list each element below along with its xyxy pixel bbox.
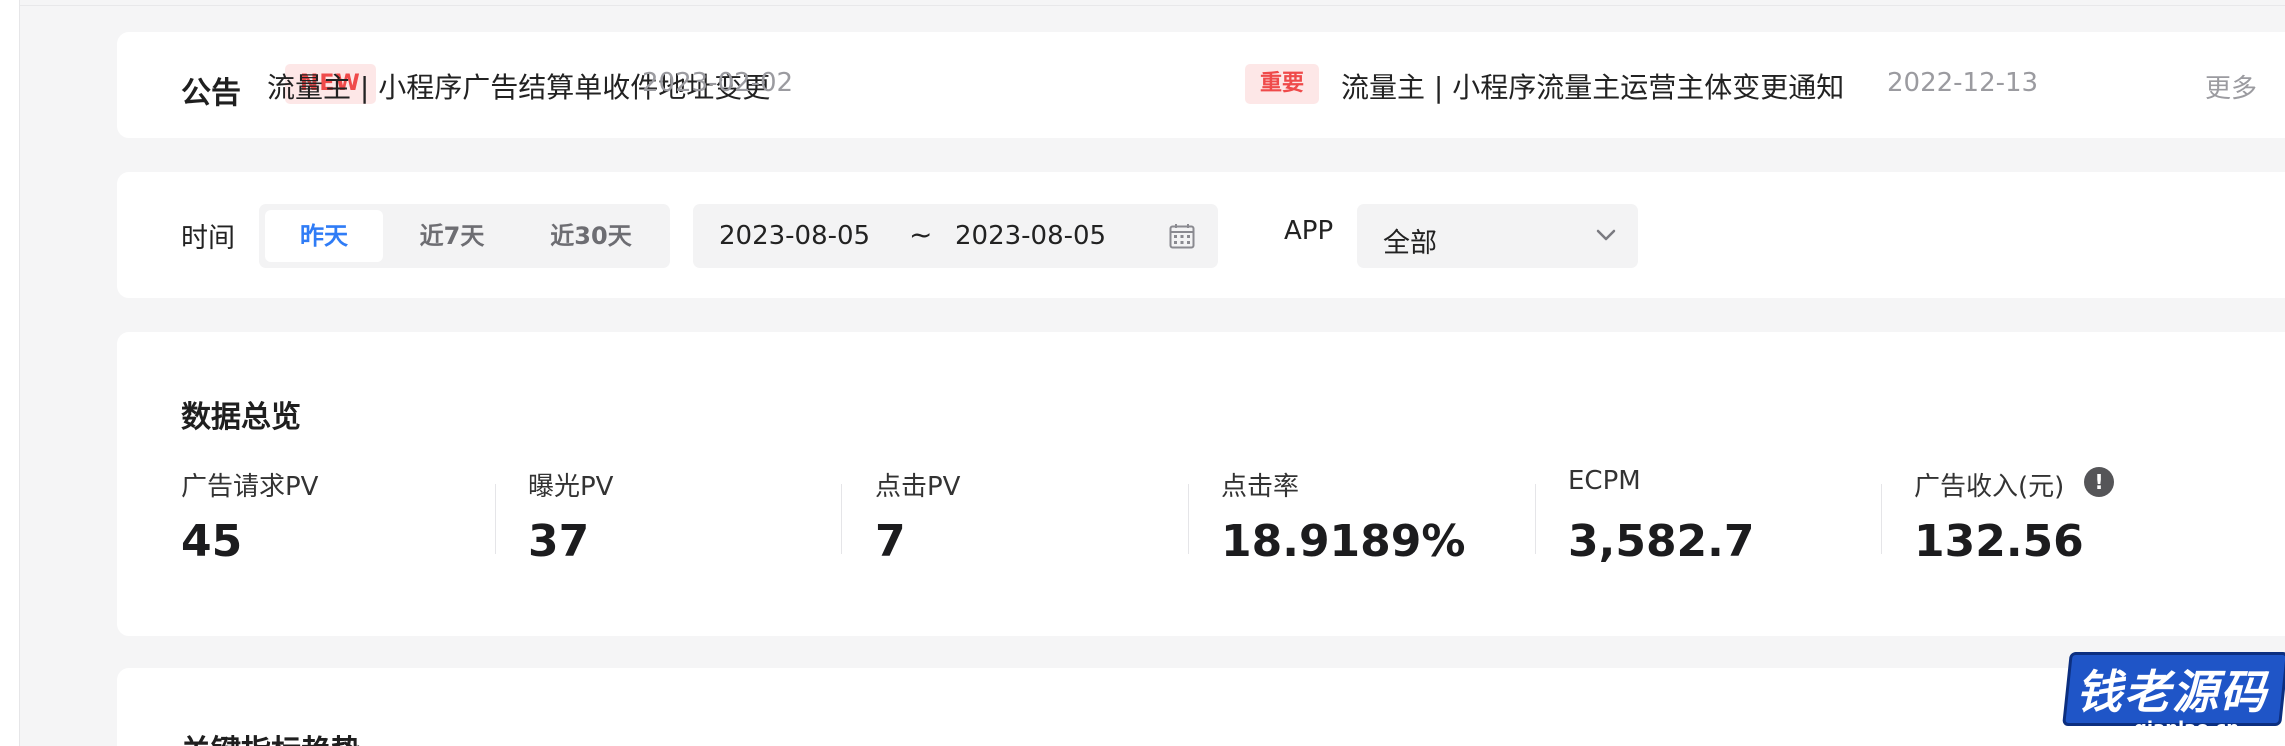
metric-divider bbox=[495, 484, 496, 554]
metric-ad-request-pv: 广告请求PV 45 bbox=[181, 466, 527, 586]
watermark-logo: 钱老源码 qianlao.cn bbox=[2062, 640, 2285, 739]
metric-divider bbox=[1881, 484, 1882, 554]
app-label: APP bbox=[1284, 216, 1334, 246]
left-sidebar-edge bbox=[0, 0, 20, 746]
metric-label: 广告请求PV bbox=[181, 472, 319, 502]
time-range-segmented: 昨天 近7天 近30天 bbox=[259, 204, 670, 268]
range-30-days[interactable]: 近30天 bbox=[521, 210, 661, 262]
announcement-date-1: 2023-02-02 bbox=[642, 68, 794, 98]
metric-value: 37 bbox=[528, 516, 590, 567]
key-metrics-trend-card: 关键指标趋势 bbox=[117, 668, 2285, 746]
start-date[interactable]: 2023-08-05 bbox=[719, 221, 870, 251]
metric-label: 曝光PV bbox=[528, 472, 614, 502]
announcement-text-2[interactable]: 流量主 | 小程序流量主运营主体变更通知 bbox=[1341, 71, 1844, 104]
app-select[interactable]: 全部 bbox=[1357, 204, 1638, 268]
metric-divider bbox=[1188, 484, 1189, 554]
chevron-down-icon[interactable] bbox=[1595, 224, 1617, 246]
metric-divider bbox=[1535, 484, 1536, 554]
metric-label: 广告收入(元) bbox=[1914, 472, 2065, 502]
info-icon[interactable]: ! bbox=[2084, 467, 2114, 497]
top-bar-edge bbox=[20, 0, 2285, 6]
metric-value: 45 bbox=[181, 516, 243, 567]
range-7-days[interactable]: 近7天 bbox=[393, 210, 511, 262]
announcement-date-2: 2022-12-13 bbox=[1887, 68, 2039, 98]
metric-exposure-pv: 曝光PV 37 bbox=[528, 466, 874, 586]
metric-label: ECPM bbox=[1568, 466, 1641, 496]
range-yesterday[interactable]: 昨天 bbox=[265, 210, 383, 262]
trend-title: 关键指标趋势 bbox=[181, 726, 361, 746]
watermark-text: 钱老源码 bbox=[2076, 665, 2268, 719]
metric-click-pv: 点击PV 7 bbox=[875, 466, 1221, 586]
metric-value: 7 bbox=[875, 516, 906, 567]
filter-card: 时间 昨天 近7天 近30天 2023-08-05 ~ 2023-08-05 A… bbox=[117, 172, 2285, 298]
announcement-title: 公告 bbox=[181, 76, 241, 111]
calendar-icon[interactable] bbox=[1169, 223, 1195, 249]
overview-title: 数据总览 bbox=[181, 400, 301, 435]
announcement-card: 公告 NEW 流量主 | 小程序广告结算单收件地址变更 2023-02-02 重… bbox=[117, 32, 2285, 138]
metric-ctr: 点击率 18.9189% bbox=[1221, 466, 1567, 586]
app-select-value[interactable]: 全部 bbox=[1383, 221, 1437, 260]
more-link[interactable]: 更多 bbox=[2205, 68, 2257, 105]
end-date[interactable]: 2023-08-05 bbox=[955, 221, 1106, 251]
metric-value: 132.56 bbox=[1914, 516, 2084, 567]
time-label: 时间 bbox=[181, 223, 235, 254]
metric-divider bbox=[841, 484, 842, 554]
metric-ecpm: ECPM 3,582.7 bbox=[1568, 466, 1914, 586]
watermark-url: qianlao.cn bbox=[2134, 718, 2240, 739]
important-tag: 重要 bbox=[1245, 64, 1320, 104]
metric-value: 3,582.7 bbox=[1568, 516, 1755, 567]
metric-label: 点击PV bbox=[875, 472, 961, 502]
date-separator: ~ bbox=[909, 218, 933, 251]
metric-value: 18.9189% bbox=[1221, 516, 1466, 567]
date-range-picker[interactable]: 2023-08-05 ~ 2023-08-05 bbox=[693, 204, 1218, 268]
announcement-link-2[interactable]: 流量主 | 小程序流量主运营主体变更通知 bbox=[1341, 66, 1844, 106]
metric-label: 点击率 bbox=[1221, 472, 1300, 502]
data-overview-card: 数据总览 广告请求PV 45 曝光PV 37 点击PV 7 点击率 18.918… bbox=[117, 332, 2285, 636]
